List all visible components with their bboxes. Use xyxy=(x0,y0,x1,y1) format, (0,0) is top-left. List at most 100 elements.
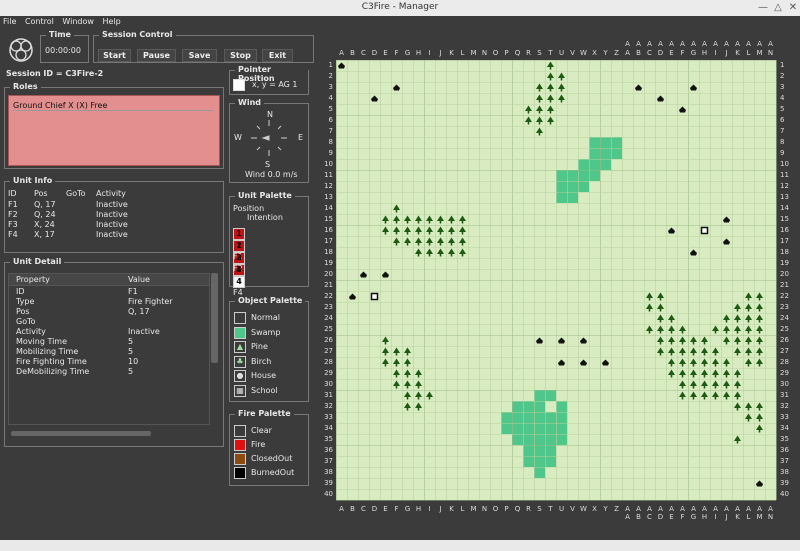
table-cell: Inactive xyxy=(96,210,128,219)
unit-palette-item[interactable]: 11F1 xyxy=(233,228,305,261)
row-label: 2 xyxy=(780,72,785,80)
roles-list[interactable]: Ground Chief X (X) Free xyxy=(8,95,220,166)
column-label: N xyxy=(767,49,774,57)
session-control-panel: Session Control Start Pause Save Stop Ex… xyxy=(93,30,314,63)
minimize-icon[interactable]: — xyxy=(756,1,770,15)
swamp-cell xyxy=(600,148,611,159)
row-label: 4 xyxy=(328,94,333,102)
menu-help[interactable]: Help xyxy=(100,16,124,28)
object-palette-item[interactable]: Normal xyxy=(234,312,304,324)
table-row[interactable]: F4 X, 17 Inactive xyxy=(8,230,213,240)
fire-palette-item[interactable]: BurnedOut xyxy=(234,467,304,479)
menu-control[interactable]: Control xyxy=(22,16,57,28)
object-palette-label: Birch xyxy=(251,356,272,366)
detail-vertical-scrollbar[interactable] xyxy=(211,273,218,363)
column-label: F xyxy=(680,49,685,57)
row-label: 37 xyxy=(780,457,789,465)
column-label: D xyxy=(657,49,664,57)
swamp-cell xyxy=(534,412,545,423)
fire-palette-item[interactable]: ClosedOut xyxy=(234,453,304,465)
column-label: Z xyxy=(614,49,619,57)
table-cell: 5 xyxy=(128,367,134,376)
house-icon: ● xyxy=(234,370,246,382)
menu-window[interactable]: Window xyxy=(59,16,97,28)
row-label: 15 xyxy=(324,215,333,223)
object-palette-item[interactable]: ● House xyxy=(234,370,304,382)
table-row[interactable]: Type Fire Fighter xyxy=(9,297,207,307)
detail-horizontal-scrollbar[interactable] xyxy=(11,431,151,436)
table-row[interactable]: Activity Inactive xyxy=(9,327,207,337)
row-label: 30 xyxy=(780,380,789,388)
table-row[interactable]: Moving Time 5 xyxy=(9,337,207,347)
fire-palette-item[interactable]: Fire xyxy=(234,439,304,451)
column-label: A xyxy=(636,505,641,513)
pause-button[interactable]: Pause xyxy=(137,49,176,62)
fire-palette-item[interactable]: Clear xyxy=(234,425,304,437)
unit-palette-item[interactable]: 33F3 xyxy=(233,252,305,285)
object-palette-item[interactable]: ▦ School xyxy=(234,384,304,397)
table-row[interactable]: Mobilizing Time 5 xyxy=(9,347,207,357)
swamp-cell xyxy=(501,412,512,423)
row-label: 7 xyxy=(328,127,333,135)
column-label: F xyxy=(680,513,685,521)
position-label: Position xyxy=(233,204,265,213)
map-grid[interactable] xyxy=(336,60,777,501)
column-label: A xyxy=(625,49,630,57)
column-label: F xyxy=(394,505,399,513)
column-label: D xyxy=(657,513,664,521)
swamp-cell xyxy=(512,412,523,423)
object-palette-item[interactable]: ♣ Birch xyxy=(234,355,304,368)
fire-swatch xyxy=(234,439,246,451)
fire-swatch xyxy=(234,453,246,465)
role-entry[interactable]: Ground Chief X (X) Free xyxy=(13,101,213,111)
fire-palette-label: Fire xyxy=(251,440,266,449)
swamp-cell xyxy=(589,170,600,181)
table-row[interactable]: GoTo xyxy=(9,317,207,327)
column-label: L xyxy=(746,513,751,521)
save-button[interactable]: Save xyxy=(182,49,217,62)
table-row[interactable]: F3 X, 24 Inactive xyxy=(8,220,213,230)
object-palette-item[interactable]: ▲ Pine xyxy=(234,341,304,353)
unit-detail-table: Property Value ID F1 Type Fire Fighter Pos Q, 1… xyxy=(8,273,210,425)
table-cell: Q, 17 xyxy=(34,200,56,209)
maximize-icon[interactable]: △ xyxy=(771,1,785,15)
row-label: 23 xyxy=(780,303,789,311)
close-icon[interactable]: ✕ xyxy=(786,1,800,15)
swamp-cell xyxy=(556,423,567,434)
column-label: O xyxy=(492,505,499,513)
unit-palette-item[interactable]: 4 4 F4 xyxy=(233,264,305,297)
table-row[interactable]: F1 Q, 17 Inactive xyxy=(8,200,213,210)
table-row[interactable]: ID F1 xyxy=(9,287,207,297)
row-label: 2 xyxy=(328,72,333,80)
column-label: A xyxy=(339,505,344,513)
table-row[interactable]: Pos Q, 17 xyxy=(9,307,207,317)
column-label: J xyxy=(439,505,442,513)
object-palette-item[interactable]: Swamp xyxy=(234,326,304,339)
column-label: C xyxy=(647,513,652,521)
column-label: H xyxy=(701,49,708,57)
swamp-cell xyxy=(534,390,545,401)
table-cell: Fire Fighter xyxy=(128,297,173,306)
table-cell: 5 xyxy=(128,347,134,356)
table-row[interactable]: F2 Q, 24 Inactive xyxy=(8,210,213,220)
column-label: Q xyxy=(514,49,521,57)
unit-palette-item[interactable]: 22F2 xyxy=(233,240,305,273)
column-label: A xyxy=(680,40,685,48)
row-label: 1 xyxy=(780,61,785,69)
exit-button[interactable]: Exit xyxy=(262,49,293,62)
menu-file[interactable]: File xyxy=(0,16,19,28)
row-label: 39 xyxy=(324,479,333,487)
swamp-cell xyxy=(556,434,567,445)
object-palette-label: Object Palette xyxy=(235,296,306,305)
row-label: 6 xyxy=(328,116,333,124)
row-label: 35 xyxy=(324,435,333,443)
table-row[interactable]: Fire Fighting Time 10 xyxy=(9,357,207,367)
school-icon xyxy=(700,226,709,235)
row-label: 27 xyxy=(324,347,333,355)
column-label: C xyxy=(361,49,366,57)
unit-position-badge: 2 xyxy=(233,240,245,252)
stop-button[interactable]: Stop xyxy=(224,49,257,62)
start-button[interactable]: Start xyxy=(98,49,131,62)
table-row[interactable]: DeMobilizing Time 5 xyxy=(9,367,207,377)
fire-swatch xyxy=(234,467,246,479)
